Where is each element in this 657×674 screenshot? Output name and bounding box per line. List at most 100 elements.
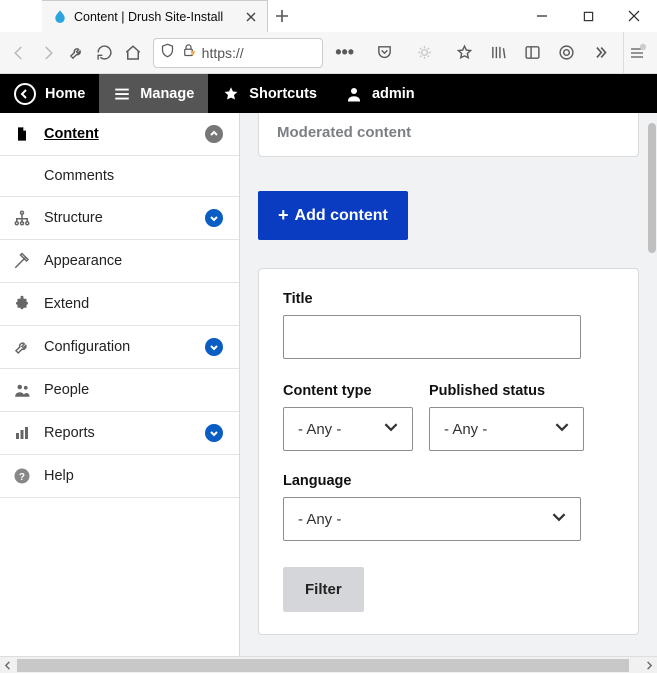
tab-close-button[interactable] [243, 9, 259, 25]
new-tab-button[interactable] [268, 0, 296, 32]
extension1-icon[interactable] [409, 37, 441, 69]
people-icon [12, 381, 32, 399]
sidemenu-configuration[interactable]: Configuration [0, 326, 239, 369]
sidebar-button[interactable] [517, 37, 549, 69]
plus-icon: + [278, 205, 289, 226]
admin-shortcuts-label: Shortcuts [249, 86, 317, 102]
forward-button[interactable] [35, 37, 62, 69]
filter-button-label: Filter [305, 581, 342, 598]
url-text: https:// [202, 45, 316, 61]
back-circle-icon [14, 83, 36, 105]
user-icon [345, 85, 363, 103]
chevron-down-icon [552, 510, 566, 528]
language-value: - Any - [298, 511, 341, 528]
expand-icon[interactable] [205, 424, 223, 442]
hamburger-icon [113, 85, 131, 103]
bookmark-star-button[interactable] [449, 37, 481, 69]
lock-warning-icon [181, 43, 196, 63]
workspace: Content Comments Structure Appearance [0, 113, 657, 656]
expand-icon[interactable] [205, 209, 223, 227]
sidemenu-reports[interactable]: Reports [0, 412, 239, 455]
scroll-thumb[interactable] [17, 659, 629, 672]
address-bar[interactable]: https:// [153, 38, 323, 68]
admin-toolbar: Home Manage Shortcuts admin [0, 74, 657, 113]
tab-title: Content | Drush Site-Install [74, 10, 243, 24]
scroll-right-button[interactable] [640, 657, 657, 674]
horizontal-scrollbar[interactable] [0, 656, 657, 673]
sidemenu-appearance-label: Appearance [44, 253, 223, 269]
admin-shortcuts-button[interactable]: Shortcuts [208, 74, 331, 113]
window-minimize-button[interactable] [519, 0, 565, 32]
gavel-icon [12, 252, 32, 270]
file-icon [12, 125, 32, 143]
sidemenu-reports-label: Reports [44, 425, 193, 441]
library-button[interactable] [483, 37, 515, 69]
admin-user-button[interactable]: admin [331, 74, 429, 113]
tabs-card: Moderated content [258, 113, 639, 157]
svg-text:?: ? [19, 472, 25, 483]
title-input[interactable] [283, 315, 581, 359]
overflow-button[interactable] [585, 37, 617, 69]
sidemenu-configuration-label: Configuration [44, 339, 193, 355]
collapse-icon[interactable] [205, 125, 223, 143]
sync-button[interactable] [551, 37, 583, 69]
sidemenu-help-label: Help [44, 468, 223, 484]
add-content-button[interactable]: + Add content [258, 191, 408, 240]
help-icon: ? [12, 467, 32, 485]
browser-toolbar: https:// ••• [0, 32, 657, 74]
published-status-select[interactable]: - Any - [429, 407, 584, 451]
sidemenu-content[interactable]: Content [0, 113, 239, 156]
admin-back-button[interactable]: Home [0, 74, 99, 113]
content-type-value: - Any - [298, 421, 341, 438]
window-close-button[interactable] [611, 0, 657, 32]
admin-manage-button[interactable]: Manage [99, 74, 208, 113]
notification-badge-icon [639, 38, 647, 46]
puzzle-icon [12, 295, 32, 313]
browser-tab[interactable]: Content | Drush Site-Install [42, 0, 268, 32]
admin-manage-label: Manage [140, 86, 194, 102]
sidemenu-structure[interactable]: Structure [0, 197, 239, 240]
reload-button[interactable] [92, 37, 119, 69]
expand-icon[interactable] [205, 338, 223, 356]
shield-icon [160, 43, 175, 63]
sidemenu-appearance[interactable]: Appearance [0, 240, 239, 283]
vertical-scrollbar-thumb[interactable] [648, 123, 656, 253]
language-select[interactable]: - Any - [283, 497, 581, 541]
filter-button[interactable]: Filter [283, 567, 364, 612]
sidemenu-help[interactable]: ? Help [0, 455, 239, 498]
moderated-content-tab[interactable]: Moderated content [277, 124, 411, 141]
filter-card: Title Content type - Any - Published sta… [258, 268, 639, 635]
published-status-label: Published status [429, 383, 584, 399]
window-maximize-button[interactable] [565, 0, 611, 32]
sidemenu-comments-label: Comments [44, 168, 114, 184]
chart-icon [12, 424, 32, 442]
main-content[interactable]: Moderated content + Add content Title Co… [240, 113, 657, 656]
scroll-track[interactable] [17, 657, 640, 674]
language-label: Language [283, 473, 614, 489]
sidemenu-comments[interactable]: Comments [0, 156, 239, 197]
published-status-value: - Any - [444, 421, 487, 438]
sidemenu-structure-label: Structure [44, 210, 193, 226]
admin-user-label: admin [372, 86, 415, 102]
title-label: Title [283, 291, 614, 307]
home-button[interactable] [120, 37, 147, 69]
side-menu: Content Comments Structure Appearance [0, 113, 240, 656]
scroll-left-button[interactable] [0, 657, 17, 674]
window-titlebar: Content | Drush Site-Install [0, 0, 657, 32]
content-type-select[interactable]: - Any - [283, 407, 413, 451]
sidemenu-extend-label: Extend [44, 296, 223, 312]
content-type-label: Content type [283, 383, 413, 399]
admin-home-label: Home [45, 86, 85, 102]
menu-button[interactable] [623, 32, 651, 74]
sidemenu-extend[interactable]: Extend [0, 283, 239, 326]
devtools-button[interactable] [63, 37, 90, 69]
sidemenu-people-label: People [44, 382, 223, 398]
star-icon [222, 85, 240, 103]
sidemenu-content-label: Content [44, 126, 193, 142]
pocket-button[interactable] [369, 37, 401, 69]
urlbar-right-group: ••• [329, 37, 481, 69]
wrench-icon [12, 338, 32, 356]
sidemenu-people[interactable]: People [0, 369, 239, 412]
page-actions-button[interactable]: ••• [329, 37, 361, 69]
back-button[interactable] [6, 37, 33, 69]
